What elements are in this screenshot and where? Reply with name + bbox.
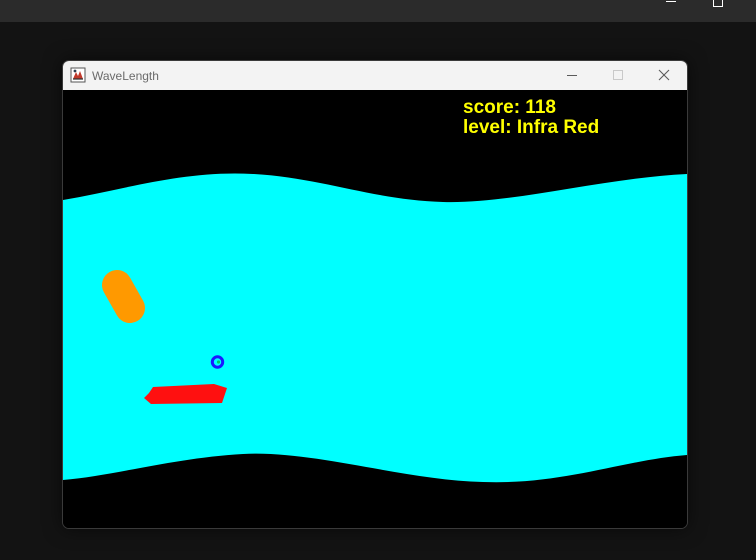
ring-center [216, 360, 221, 364]
player-ship [144, 384, 227, 404]
minimize-button[interactable] [549, 61, 595, 90]
host-maximize-icon[interactable] [713, 0, 723, 7]
wave-band [63, 173, 687, 483]
game-canvas[interactable] [63, 90, 687, 528]
close-icon [658, 69, 670, 81]
hud: score: 118 level: Infra Red [463, 98, 599, 138]
level-readout: level: Infra Red [463, 117, 600, 138]
game-scene [63, 173, 687, 483]
host-title-bar [0, 0, 756, 22]
maximize-icon [613, 70, 623, 80]
window-title: WaveLength [92, 69, 159, 83]
obstacle-capsule [102, 270, 145, 323]
score-readout: score: 118 [463, 97, 556, 118]
app-window: WaveLength score: 118 level: Infra Red [62, 60, 688, 529]
desktop: WaveLength score: 118 level: Infra Red [0, 0, 756, 560]
java-app-icon [70, 67, 86, 83]
window-title-bar[interactable]: WaveLength [63, 61, 687, 90]
host-minimize-icon[interactable] [666, 1, 676, 2]
maximize-button[interactable] [595, 61, 641, 90]
close-button[interactable] [641, 61, 687, 90]
minimize-icon [567, 75, 577, 76]
